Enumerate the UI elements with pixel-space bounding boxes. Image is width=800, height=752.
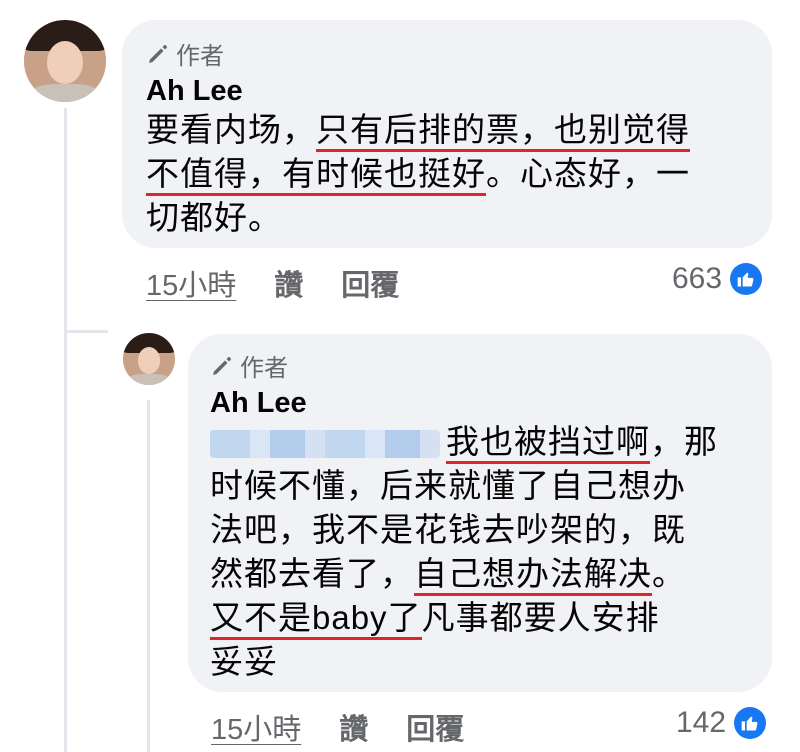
text-segment: 。心态好，一 bbox=[486, 155, 690, 192]
comment-actions: 15小時 讚 回覆 bbox=[146, 262, 399, 304]
reply-button[interactable]: 回覆 bbox=[341, 262, 399, 304]
reaction-count[interactable]: 663 bbox=[672, 262, 763, 296]
reply-thread-line bbox=[147, 400, 150, 752]
author-name[interactable]: Ah Lee bbox=[146, 75, 748, 108]
underlined-segment: 自己想办法解决 bbox=[414, 555, 652, 596]
like-count: 142 bbox=[676, 706, 727, 739]
text-segment: 妥妥 bbox=[210, 643, 278, 680]
reply-button[interactable]: 回覆 bbox=[406, 706, 464, 748]
comment-line: 然都去看了，自己想办法解决。 bbox=[210, 552, 750, 596]
thread-branch bbox=[64, 330, 108, 333]
avatar[interactable] bbox=[123, 333, 175, 385]
like-button[interactable]: 讚 bbox=[339, 706, 368, 748]
comment-line: 我也被挡过啊，那 bbox=[210, 420, 750, 464]
comment-bubble: 作者 Ah Lee 要看内场，只有后排的票，也别觉得 不值得，有时候也挺好。心态… bbox=[122, 20, 772, 248]
author-name[interactable]: Ah Lee bbox=[210, 387, 750, 420]
reply-text: 我也被挡过啊，那 时候不懂，后来就懂了自己想办 法吧，我不是花钱去吵架的，既 然… bbox=[210, 420, 750, 684]
comment-text: 要看内场，只有后排的票，也别觉得 不值得，有时候也挺好。心态好，一 切都好。 bbox=[146, 108, 748, 240]
text-segment: 凡事都要人安排 bbox=[421, 599, 660, 636]
text-segment: 然都去看了， bbox=[210, 555, 414, 592]
comment-line: 时候不懂，后来就懂了自己想办 bbox=[210, 464, 750, 508]
text-segment: 法吧，我不是花钱去吵架的，既 bbox=[210, 511, 686, 548]
pen-icon bbox=[213, 356, 231, 375]
underlined-segment: 不值得，有时候也挺好 bbox=[146, 155, 486, 196]
thread-line bbox=[64, 108, 67, 752]
comment-timestamp[interactable]: 15小時 bbox=[146, 262, 236, 304]
author-badge-label: 作者 bbox=[176, 43, 224, 70]
thumbs-up-icon bbox=[734, 707, 767, 739]
like-count: 663 bbox=[672, 262, 723, 295]
author-badge-label: 作者 bbox=[240, 355, 288, 382]
reply-actions: 15小時 讚 回覆 bbox=[211, 706, 464, 748]
like-button[interactable]: 讚 bbox=[274, 262, 303, 304]
text-segment: 。 bbox=[652, 555, 686, 592]
underlined-segment: 又不是baby了 bbox=[210, 599, 422, 640]
comment-line: 又不是baby了凡事都要人安排 bbox=[210, 596, 750, 640]
redacted-mention bbox=[210, 430, 440, 459]
pen-icon bbox=[149, 44, 167, 63]
comment-timestamp[interactable]: 15小時 bbox=[211, 706, 301, 748]
text-segment: ，那 bbox=[650, 423, 718, 460]
comment-line: 妥妥 bbox=[210, 640, 750, 684]
comment-line: 要看内场，只有后排的票，也别觉得 bbox=[146, 108, 748, 152]
avatar[interactable] bbox=[24, 20, 106, 102]
comment-line: 切都好。 bbox=[146, 196, 748, 240]
thumbs-up-icon bbox=[730, 263, 763, 295]
underlined-segment: 我也被挡过啊 bbox=[446, 423, 650, 464]
underlined-segment: 只有后排的票，也别觉得 bbox=[316, 111, 690, 152]
author-badge: 作者 bbox=[146, 36, 748, 71]
reaction-count[interactable]: 142 bbox=[676, 706, 767, 740]
text-segment: 要看内场， bbox=[146, 111, 316, 148]
reply-bubble: 作者 Ah Lee 我也被挡过啊，那 时候不懂，后来就懂了自己想办 法吧，我不是… bbox=[188, 334, 772, 692]
text-segment: 时候不懂，后来就懂了自己想办 bbox=[210, 467, 686, 504]
comment-line: 不值得，有时候也挺好。心态好，一 bbox=[146, 152, 748, 196]
author-badge: 作者 bbox=[210, 348, 750, 383]
comment-line: 法吧，我不是花钱去吵架的，既 bbox=[210, 508, 750, 552]
text-segment: 切都好。 bbox=[146, 199, 282, 236]
